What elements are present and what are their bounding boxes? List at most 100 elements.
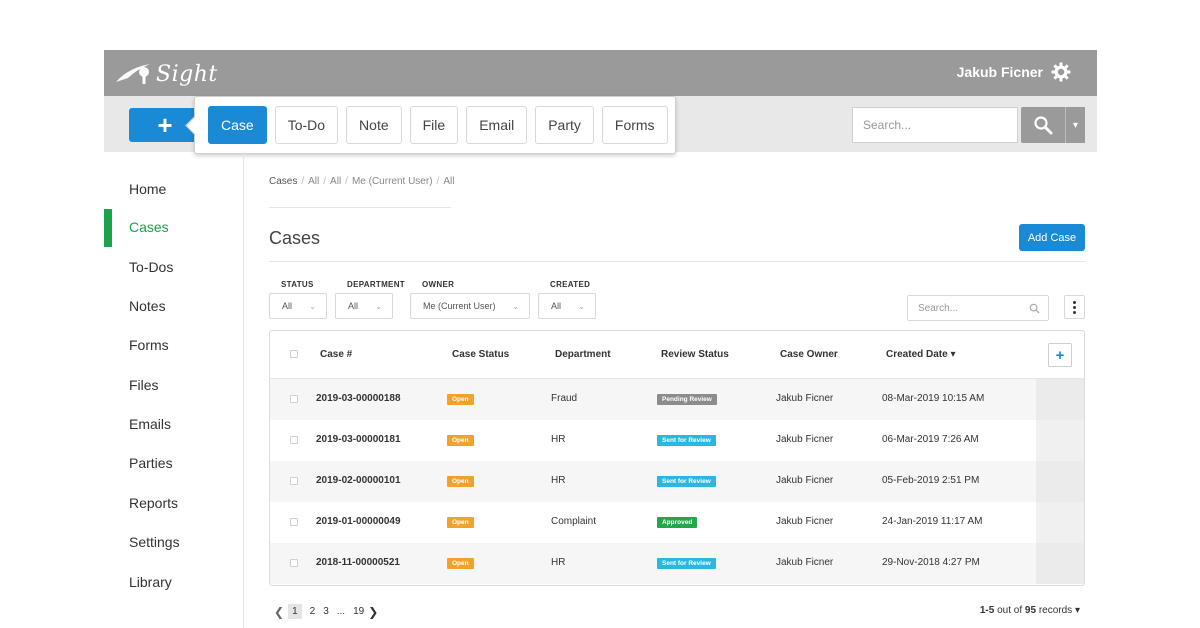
breadcrumb-item[interactable]: All xyxy=(443,176,454,187)
add-case-button[interactable]: Add Case xyxy=(1019,224,1085,251)
case-number[interactable]: 2019-03-00000181 xyxy=(316,434,401,445)
filter-label: CREATED xyxy=(550,280,591,289)
row-actions-cell[interactable] xyxy=(1036,543,1084,584)
filter-label: STATUS xyxy=(281,280,314,289)
sidebar-item-home[interactable]: Home xyxy=(104,171,244,207)
filter-label: DEPARTMENT xyxy=(347,280,405,289)
created-filter-select[interactable]: All ⌄ xyxy=(538,293,596,319)
table-row[interactable]: 2018-11-00000521 Open HR Sent for Review… xyxy=(270,543,1084,584)
column-header-department[interactable]: Department xyxy=(555,349,611,360)
user-menu[interactable]: Jakub Ficner xyxy=(957,62,1071,82)
quick-create-forms-button[interactable]: Forms xyxy=(601,106,668,144)
case-number[interactable]: 2018-11-00000521 xyxy=(316,557,400,568)
page-link-current[interactable]: 1 xyxy=(288,604,302,619)
owner-filter-select[interactable]: Me (Current User) ⌄ xyxy=(410,293,530,319)
records-total: 95 xyxy=(1024,605,1037,616)
more-options-button[interactable] xyxy=(1064,295,1085,319)
row-actions-cell[interactable] xyxy=(1036,502,1084,543)
sidebar-item-files[interactable]: Files xyxy=(104,367,244,403)
add-column-button[interactable]: + xyxy=(1048,343,1072,367)
breadcrumb-item[interactable]: All xyxy=(308,176,319,187)
quick-create-party-button[interactable]: Party xyxy=(535,106,594,144)
sort-desc-icon: ▾ xyxy=(950,349,956,360)
table-row[interactable]: 2019-03-00000188 Open Fraud Pending Revi… xyxy=(270,379,1084,420)
sidebar-item-library[interactable]: Library xyxy=(104,564,244,600)
breadcrumb-item[interactable]: All xyxy=(330,176,341,187)
row-checkbox[interactable] xyxy=(290,436,298,444)
status-badge: Open xyxy=(447,476,474,487)
quick-create-email-button[interactable]: Email xyxy=(466,106,528,144)
quick-create-file-button[interactable]: File xyxy=(409,106,459,144)
sidebar-item-forms[interactable]: Forms xyxy=(104,327,244,363)
row-checkbox[interactable] xyxy=(290,395,298,403)
sidebar-item-cases[interactable]: Cases xyxy=(104,209,244,247)
case-search-input[interactable]: Search... xyxy=(907,295,1049,321)
cases-table: Case # Case Status Department Review Sta… xyxy=(269,330,1085,586)
department-cell: Complaint xyxy=(551,516,597,527)
sidebar-item-reports[interactable]: Reports xyxy=(104,485,244,521)
sidebar-item-parties[interactable]: Parties xyxy=(104,445,244,481)
row-checkbox[interactable] xyxy=(290,518,298,526)
column-header-review-status[interactable]: Review Status xyxy=(661,349,729,360)
records-count[interactable]: 1-5 out of 95 records ▾ xyxy=(980,605,1080,616)
page-link[interactable]: 3 xyxy=(323,606,329,617)
review-status-badge: Sent for Review xyxy=(657,476,716,487)
row-actions-cell[interactable] xyxy=(1036,379,1084,420)
breadcrumb-item[interactable]: Me (Current User) xyxy=(352,176,433,187)
review-status-badge: Sent for Review xyxy=(657,558,716,569)
owner-filter: OWNER Me (Current User) ⌄ xyxy=(410,280,530,319)
status-badge: Open xyxy=(447,517,474,528)
column-header-label: Created Date xyxy=(886,349,948,360)
chevron-right-icon[interactable]: ❯ xyxy=(368,605,378,619)
quick-create-todo-button[interactable]: To-Do xyxy=(274,106,339,144)
page-link[interactable]: 19 xyxy=(353,606,364,617)
column-header-case-no[interactable]: Case # xyxy=(320,349,352,360)
column-header-created-date[interactable]: Created Date ▾ xyxy=(886,349,956,360)
department-filter-select[interactable]: All ⌄ xyxy=(335,293,393,319)
sidebar-nav: Home Cases To-Dos Notes Forms Files Emai… xyxy=(104,152,244,628)
department-cell: HR xyxy=(551,475,566,486)
global-search-button[interactable] xyxy=(1021,107,1065,143)
quick-create-popover: Case To-Do Note File Email Party Forms xyxy=(194,96,676,154)
table-row[interactable]: 2019-02-00000101 Open HR Sent for Review… xyxy=(270,461,1084,502)
sidebar-item-todos[interactable]: To-Dos xyxy=(104,249,244,285)
quick-create-case-button[interactable]: Case xyxy=(208,106,267,144)
case-owner-cell: Jakub Ficner xyxy=(776,557,834,568)
main-content: Cases / All / All / Me (Current User) / All Case… xyxy=(269,152,1085,628)
chevron-down-icon: ⌄ xyxy=(578,301,585,311)
kebab-dot xyxy=(1073,305,1076,309)
chevron-down-icon: ⌄ xyxy=(512,301,519,311)
gear-icon[interactable] xyxy=(1051,62,1071,82)
column-header-case-status[interactable]: Case Status xyxy=(452,349,509,360)
breadcrumb-item[interactable]: Cases xyxy=(269,176,297,187)
sidebar-item-settings[interactable]: Settings xyxy=(104,524,244,560)
global-search-input[interactable]: Search... xyxy=(852,107,1018,143)
app-window: Sight Jakub Ficner + Case To-Do Note Fil… xyxy=(104,50,1097,628)
case-number[interactable]: 2019-02-00000101 xyxy=(316,475,401,486)
sidebar-item-notes[interactable]: Notes xyxy=(104,288,244,324)
chevron-down-icon: ▾ xyxy=(1072,119,1079,131)
divider xyxy=(269,261,1085,262)
column-header-case-owner[interactable]: Case Owner xyxy=(780,349,838,360)
status-filter-select[interactable]: All ⌄ xyxy=(269,293,327,319)
table-row[interactable]: 2019-03-00000181 Open HR Sent for Review… xyxy=(270,420,1084,461)
table-header: Case # Case Status Department Review Sta… xyxy=(270,331,1084,379)
toolbar: + Case To-Do Note File Email Party Forms… xyxy=(104,96,1097,154)
page-link[interactable]: 2 xyxy=(310,606,316,617)
logo[interactable]: Sight xyxy=(114,59,218,89)
row-actions-cell[interactable] xyxy=(1036,461,1084,502)
search-options-dropdown[interactable]: ▾ xyxy=(1065,107,1085,143)
review-status-badge: Sent for Review xyxy=(657,435,716,446)
row-checkbox[interactable] xyxy=(290,559,298,567)
case-number[interactable]: 2019-01-00000049 xyxy=(316,516,401,527)
case-number[interactable]: 2019-03-00000188 xyxy=(316,393,401,404)
select-all-checkbox[interactable] xyxy=(290,350,298,358)
row-actions-cell[interactable] xyxy=(1036,420,1084,461)
row-checkbox[interactable] xyxy=(290,477,298,485)
quick-create-note-button[interactable]: Note xyxy=(346,106,402,144)
chevron-left-icon[interactable]: ❮ xyxy=(274,605,284,619)
table-row[interactable]: 2019-01-00000049 Open Complaint Approved… xyxy=(270,502,1084,543)
case-owner-cell: Jakub Ficner xyxy=(776,516,834,527)
case-owner-cell: Jakub Ficner xyxy=(776,393,834,404)
sidebar-item-emails[interactable]: Emails xyxy=(104,406,244,442)
